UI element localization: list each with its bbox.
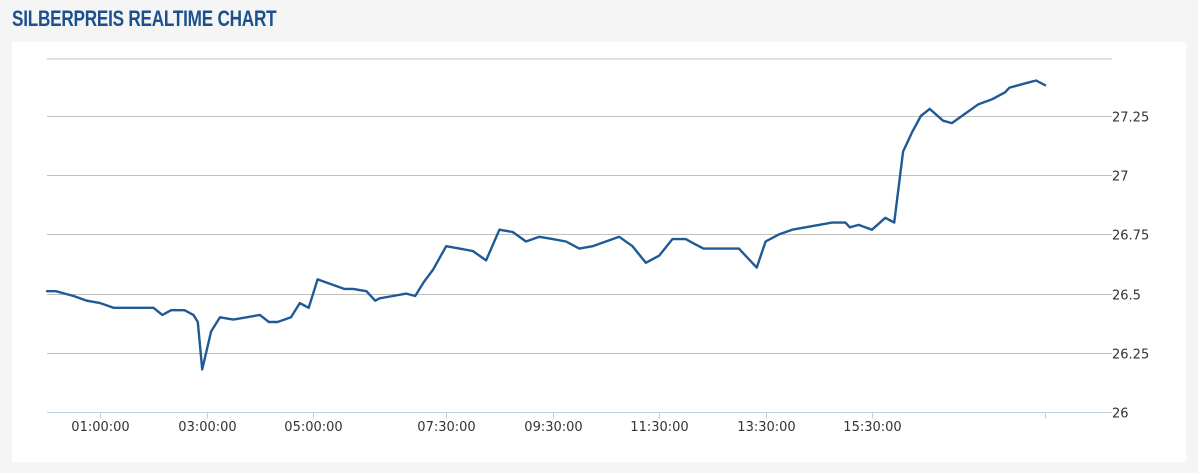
x-tick-label: 07:30:00 [417,420,475,435]
line-chart: 26 26.25 26.5 26.75 27 27.25 01:00:00 03:00:00… [45,58,1149,435]
y-tick-label: 26 [1112,407,1129,422]
chart-panel: 26 26.25 26.5 26.75 27 27.25 01:00:00 03:00:00… [12,42,1186,462]
chart-title: SILBERPREIS REALTIME CHART [12,6,277,31]
x-tick-label: 13:30:00 [737,420,795,435]
x-tick-label: 05:00:00 [284,420,342,435]
x-tick-label: 11:30:00 [630,420,688,435]
x-tick-label: 09:30:00 [524,420,582,435]
y-tick-label: 26.5 [1112,289,1141,304]
x-axis-labels: 01:00:00 03:00:00 05:00:00 07:30:00 09:30:00… [71,420,901,435]
x-axis [47,412,1112,419]
y-tick-label: 27.25 [1112,111,1149,126]
x-tick-label: 03:00:00 [178,420,236,435]
grid-lines [47,58,1112,354]
x-tick-label: 15:30:00 [843,420,901,435]
series-layer [45,79,1047,371]
y-tick-label: 27 [1112,170,1129,185]
y-tick-label: 26.25 [1112,348,1149,363]
y-tick-label: 26.75 [1112,229,1149,244]
series-line [45,79,1047,371]
y-axis-labels: 26 26.25 26.5 26.75 27 27.25 [1112,111,1149,422]
x-tick-label: 01:00:00 [71,420,129,435]
